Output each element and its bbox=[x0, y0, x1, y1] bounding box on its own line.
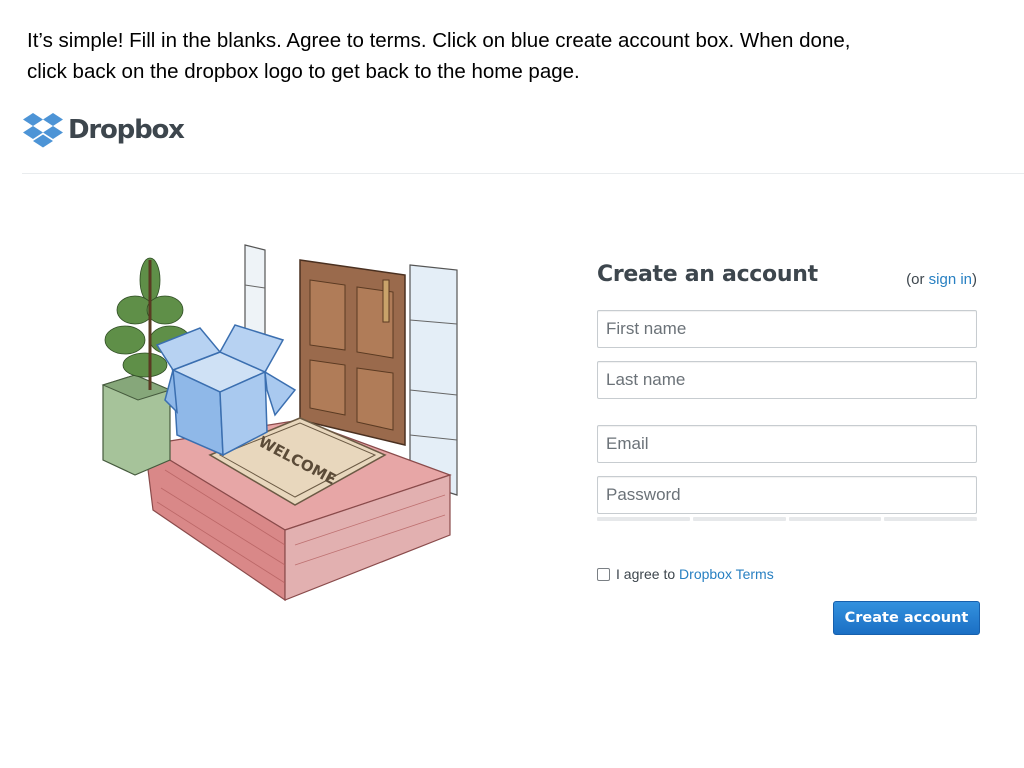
terms-agreement: I agree to Dropbox Terms bbox=[597, 566, 774, 582]
agree-prefix: I agree to bbox=[616, 566, 676, 582]
terms-checkbox[interactable] bbox=[597, 567, 610, 581]
dropbox-logo[interactable]: Dropbox bbox=[22, 111, 185, 151]
strength-segment bbox=[884, 517, 977, 521]
last-name-input[interactable] bbox=[598, 362, 976, 398]
doorstep-illustration: WELCOME bbox=[95, 240, 475, 615]
password-input[interactable] bbox=[598, 477, 976, 513]
last-name-field[interactable] bbox=[597, 361, 977, 399]
first-name-field[interactable] bbox=[597, 310, 977, 348]
logo-text: Dropbox bbox=[68, 115, 185, 145]
dropbox-terms-link[interactable]: Dropbox Terms bbox=[679, 566, 774, 582]
email-input[interactable] bbox=[598, 426, 976, 462]
strength-segment bbox=[788, 517, 882, 521]
signin-hint: (or sign in) bbox=[906, 271, 977, 288]
instructions-line-1: It’s simple! Fill in the blanks. Agree t… bbox=[27, 29, 851, 52]
create-account-button[interactable]: Create account bbox=[833, 601, 980, 635]
password-field[interactable] bbox=[597, 476, 977, 514]
strength-segment bbox=[597, 517, 690, 521]
signin-suffix: ) bbox=[972, 271, 977, 288]
header-divider bbox=[22, 173, 1024, 174]
form-title: Create an account bbox=[597, 262, 818, 287]
instructions-text: It’s simple! Fill in the blanks. Agree t… bbox=[27, 25, 1007, 87]
signin-link[interactable]: sign in bbox=[929, 271, 972, 288]
instructions-line-2: click back on the dropbox logo to get ba… bbox=[27, 60, 580, 83]
password-strength-meter bbox=[597, 517, 977, 521]
signin-prefix: (or bbox=[906, 271, 929, 288]
strength-segment bbox=[692, 517, 786, 521]
dropbox-box-icon bbox=[22, 111, 64, 151]
first-name-input[interactable] bbox=[598, 311, 976, 347]
email-field[interactable] bbox=[597, 425, 977, 463]
